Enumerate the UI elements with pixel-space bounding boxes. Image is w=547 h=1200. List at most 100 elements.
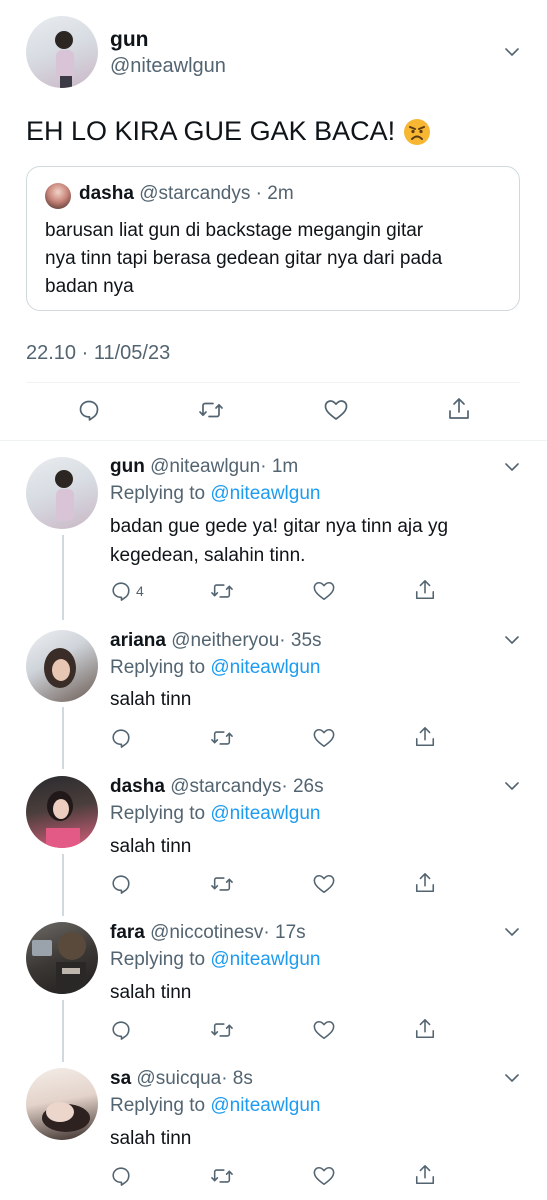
quoted-time: · 2m (255, 183, 294, 204)
replying-to-handle[interactable]: @niteawlgun (210, 483, 320, 504)
reply-icon (110, 873, 132, 895)
retweet-button[interactable] (210, 579, 234, 603)
reply-time: · 8s (221, 1068, 253, 1089)
reply-button[interactable] (110, 1164, 132, 1188)
thread-line (62, 1000, 64, 1062)
avatar[interactable] (26, 457, 98, 529)
reply-time: · 1m (260, 456, 299, 477)
replying-to-handle[interactable]: @niteawlgun (210, 803, 320, 824)
share-icon (414, 1163, 436, 1187)
like-button[interactable] (323, 398, 349, 422)
reply-text-line: badan gue gede ya! gitar nya tinn aja yg (110, 516, 449, 537)
thread-line (62, 535, 64, 620)
replying-to-label: Replying to (110, 657, 206, 678)
display-name[interactable]: sa (110, 1068, 131, 1089)
reply-time: · 17s (263, 922, 306, 943)
retweet-icon (210, 580, 234, 602)
quoted-text-line: barusan liat gun di backstage megangin g… (45, 220, 424, 241)
reply-header: ariana @neitheryou· 35s (110, 630, 322, 652)
retweet-button[interactable] (210, 1164, 234, 1188)
reply-header: gun @niteawlgun· 1m (110, 456, 298, 478)
handle[interactable]: @suicqua (136, 1068, 221, 1089)
reply-text-line: kegedean, salahin tinn. (110, 545, 306, 566)
display-name[interactable]: dasha (110, 776, 165, 797)
divider (26, 382, 520, 383)
avatar[interactable] (26, 630, 98, 702)
reply-count: 4 (136, 583, 144, 599)
reply-button[interactable] (110, 1018, 132, 1042)
avatar[interactable] (26, 922, 98, 994)
retweet-button[interactable] (210, 726, 234, 750)
retweet-icon (210, 1165, 234, 1187)
avatar[interactable] (26, 1068, 98, 1140)
replying-to: Replying to @niteawlgun (110, 1095, 320, 1117)
share-button[interactable] (414, 871, 436, 895)
reply-text-line: salah tinn (110, 689, 192, 710)
quoted-tweet[interactable]: dasha @starcandys · 2m barusan liat gun … (26, 166, 520, 311)
share-button[interactable] (414, 1163, 436, 1187)
like-button[interactable] (312, 1018, 336, 1042)
timestamp[interactable]: 22.10 · 11/05/23 (26, 342, 170, 365)
like-icon (312, 873, 336, 895)
retweet-button[interactable] (210, 872, 234, 896)
handle[interactable]: @starcandys (170, 776, 281, 797)
handle[interactable]: @niteawlgun (110, 55, 226, 78)
quoted-text-line: nya tinn tapi berasa gedean gitar nya da… (45, 248, 443, 269)
quoted-text: barusan liat gun di backstage megangin g… (45, 217, 442, 301)
display-name[interactable]: gun (110, 28, 148, 52)
replying-to-handle[interactable]: @niteawlgun (210, 949, 320, 970)
divider (0, 440, 547, 441)
avatar[interactable] (26, 16, 98, 88)
like-button[interactable] (312, 1164, 336, 1188)
reply-text: salah tinn (110, 1128, 191, 1150)
retweet-icon (210, 727, 234, 749)
replying-to: Replying to @niteawlgun (110, 803, 320, 825)
reply-time: · 35s (279, 630, 322, 651)
replying-to-label: Replying to (110, 803, 206, 824)
replying-to-label: Replying to (110, 1095, 206, 1116)
like-button[interactable] (312, 872, 336, 896)
thread-line (62, 707, 64, 769)
angry-face-icon (403, 118, 431, 146)
quoted-handle: @starcandys (139, 183, 251, 204)
avatar[interactable] (26, 776, 98, 848)
share-icon (447, 396, 471, 422)
share-icon (414, 871, 436, 895)
share-button[interactable] (414, 725, 436, 749)
thread-line (62, 854, 64, 916)
display-name[interactable]: fara (110, 922, 145, 943)
like-icon (312, 727, 336, 749)
reply-icon (110, 727, 132, 749)
handle[interactable]: @neitheryou (171, 630, 279, 651)
chevron-down-icon[interactable] (502, 922, 522, 942)
chevron-down-icon[interactable] (502, 42, 522, 62)
share-button[interactable] (414, 1017, 436, 1041)
share-button[interactable] (414, 578, 436, 602)
reply-button[interactable] (110, 726, 132, 750)
replying-to-label: Replying to (110, 483, 206, 504)
display-name[interactable]: ariana (110, 630, 166, 651)
reply-text-line: salah tinn (110, 1128, 192, 1149)
share-icon (414, 1017, 436, 1041)
chevron-down-icon[interactable] (502, 776, 522, 796)
like-button[interactable] (312, 579, 336, 603)
reply-text: salah tinn (110, 982, 191, 1004)
replying-to-handle[interactable]: @niteawlgun (210, 1095, 320, 1116)
retweet-button[interactable] (210, 1018, 234, 1042)
share-button[interactable] (447, 397, 471, 421)
reply-header: dasha @starcandys· 26s (110, 776, 324, 798)
replying-to: Replying to @niteawlgun (110, 657, 320, 679)
like-button[interactable] (312, 726, 336, 750)
reply-button[interactable] (110, 872, 132, 896)
chevron-down-icon[interactable] (502, 457, 522, 477)
retweet-button[interactable] (198, 398, 224, 422)
reply-button[interactable] (77, 398, 101, 422)
chevron-down-icon[interactable] (502, 630, 522, 650)
chevron-down-icon[interactable] (502, 1068, 522, 1088)
handle[interactable]: @niccotinesv (150, 922, 263, 943)
replying-to: Replying to @niteawlgun (110, 949, 320, 971)
replying-to-handle[interactable]: @niteawlgun (210, 657, 320, 678)
handle[interactable]: @niteawlgun (150, 456, 260, 477)
display-name[interactable]: gun (110, 456, 145, 477)
reply-button[interactable]: 4 (110, 579, 144, 603)
